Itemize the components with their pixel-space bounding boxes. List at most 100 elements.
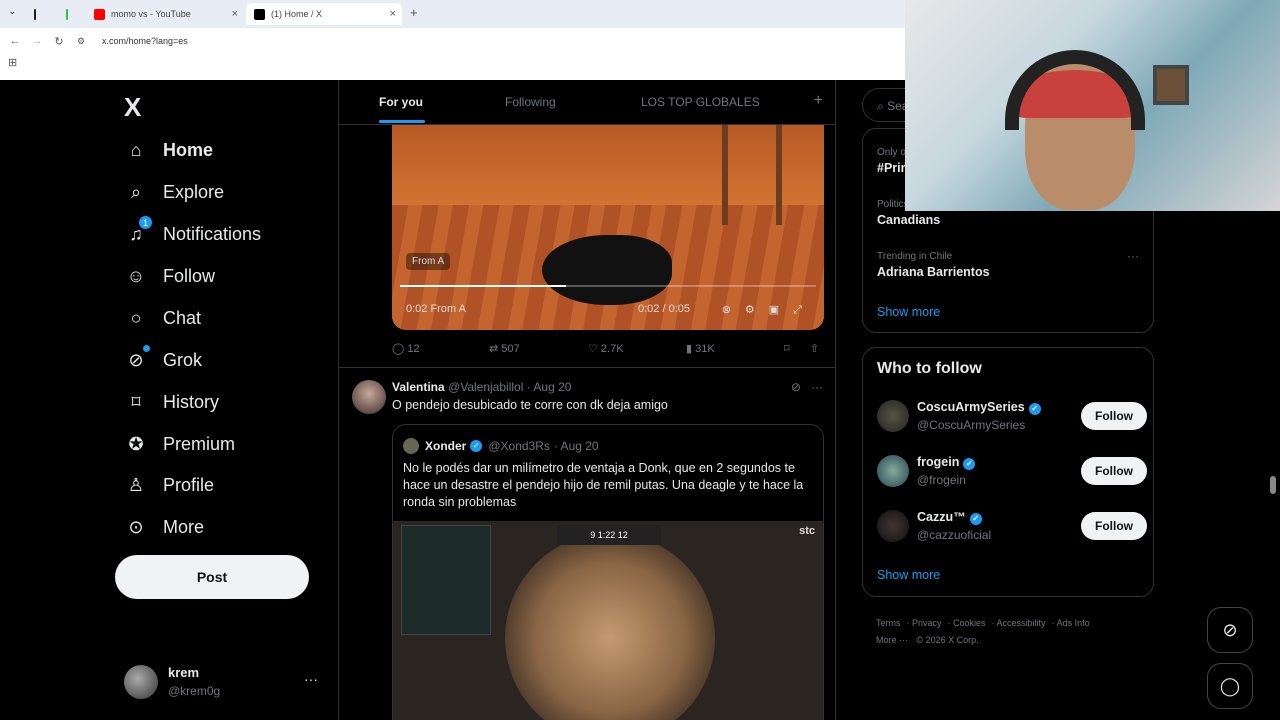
tab-top-globales[interactable]: LOS TOP GLOBALES (641, 95, 760, 109)
search-icon: ⌕ (130, 181, 142, 202)
forward-icon[interactable]: → (26, 35, 48, 47)
avatar (124, 665, 158, 699)
footer-ads-info[interactable]: Ads Info (1057, 618, 1090, 628)
nav-label: Profile (163, 474, 215, 495)
avatar (877, 400, 909, 432)
video-progress-bar[interactable] (400, 285, 816, 287)
nav-follow[interactable]: ☺ Follow (124, 256, 215, 296)
video-player[interactable]: From A 0:02 From A 0:02 / 0:05 ⊗⚙▣⤢ (392, 125, 824, 330)
tweet-header: Valentina @Valenjabillol · Aug 20 (392, 380, 571, 394)
notification-badge: 1 (139, 216, 152, 229)
site-info-icon[interactable]: ⚙ (70, 36, 92, 47)
tab-youtube[interactable]: momo vs - YouTube × (86, 3, 244, 25)
mute-icon[interactable]: ⊗ (722, 304, 745, 316)
avatar (877, 510, 909, 542)
views-button[interactable]: ▮ 31K (686, 342, 715, 355)
page-scrollbar[interactable] (1270, 476, 1276, 494)
tab-list-icon[interactable]: ⌄ (8, 6, 16, 17)
repost-button[interactable]: ⇄ 507 (489, 342, 520, 355)
footer-links: Terms · Privacy · Cookies · Accessibility · … (876, 618, 1090, 645)
suggestion-name: Cazzu™ (917, 510, 966, 524)
more-dots-icon[interactable]: ··· (1127, 249, 1139, 263)
active-tab-indicator (379, 120, 425, 123)
quote-date: · Aug 20 (553, 439, 599, 453)
suggestion-name-row: Cazzu™ ✓ (917, 510, 982, 525)
settings-icon[interactable]: ⚙ (745, 304, 769, 316)
nav-chat[interactable]: ○ Chat (124, 298, 201, 338)
nav-label: Explore (163, 181, 225, 202)
fullscreen-icon[interactable]: ⤢ (793, 304, 816, 316)
more-icon: ⊙ (128, 516, 144, 537)
post-button[interactable]: Post (115, 555, 309, 599)
trends-show-more[interactable]: Show more (877, 305, 940, 319)
avatar[interactable] (352, 380, 386, 414)
follow-suggestion[interactable]: Cazzu™ ✓ @cazzuoficial Follow (877, 506, 1147, 546)
footer-cookies[interactable]: Cookies (953, 618, 986, 628)
trend-context: Trending in Chile (877, 251, 953, 262)
close-icon[interactable]: × (390, 8, 396, 20)
footer-more[interactable]: More ··· (876, 635, 908, 645)
nav-history[interactable]: ⌑ History (124, 382, 219, 422)
share-icon[interactable]: ⇧ (810, 342, 819, 355)
tab-2[interactable] (58, 3, 82, 25)
scope-view (505, 533, 715, 720)
tweet-text: O pendejo desubicado te corre con dk dej… (392, 398, 668, 412)
author-handle[interactable]: @Valenjabillol (448, 380, 523, 394)
reply-button[interactable]: ◯ 12 (392, 342, 420, 355)
back-icon[interactable]: ← (4, 35, 26, 47)
bookmark-icon[interactable]: ⌑ (784, 342, 790, 355)
bookmark-icon: ⌑ (131, 391, 141, 412)
quoted-tweet[interactable]: Xonder ✓ @Xond3Rs · Aug 20 No le podés d… (392, 424, 824, 720)
tab-1[interactable] (26, 3, 50, 25)
nav-label: History (163, 391, 220, 412)
trend-item[interactable]: Trending in Chile Adriana Barrientos (877, 251, 990, 279)
nav-label: Home (163, 139, 214, 160)
tab-for-you[interactable]: For you (379, 95, 423, 109)
chat-fab-button[interactable]: ◯ (1207, 663, 1253, 709)
nav-explore[interactable]: ⌕ Explore (124, 172, 224, 212)
url-field[interactable]: x.com/home?lang=es (102, 36, 188, 46)
author-name[interactable]: Valentina (392, 380, 445, 394)
follow-button[interactable]: Follow (1081, 512, 1147, 540)
apps-icon[interactable]: ⊞ (8, 56, 17, 69)
nav-premium[interactable]: ✪ Premium (124, 424, 235, 464)
hud-minimap (401, 525, 491, 635)
who-to-follow-panel: Who to follow CoscuArmySeries ✓ @CoscuArm… (862, 347, 1154, 597)
more-dots-icon[interactable]: ··· (304, 671, 318, 687)
nav-label: Chat (163, 307, 202, 328)
grok-icon[interactable]: ⊘ (791, 380, 801, 394)
footer-privacy[interactable]: Privacy (912, 618, 942, 628)
new-tab-button[interactable]: + (410, 5, 418, 20)
person-icon: ♙ (127, 474, 145, 495)
x-logo[interactable]: X (124, 92, 141, 123)
follow-button[interactable]: Follow (1081, 457, 1147, 485)
nav-notifications[interactable]: ♫ 1 Notifications (124, 214, 261, 254)
webcam-overlay (905, 0, 1280, 211)
tweet-date[interactable]: · Aug 20 (527, 380, 572, 394)
tab-x-home[interactable]: (1) Home / X × (246, 3, 402, 25)
tab-following[interactable]: Following (505, 95, 556, 109)
tweet[interactable]: Valentina @Valenjabillol · Aug 20 ⊘ ··· … (339, 367, 835, 720)
nav-more[interactable]: ⊙ More (124, 507, 204, 547)
follow-button[interactable]: Follow (1081, 402, 1147, 430)
quote-image[interactable]: 9 1:22 12 stc (393, 521, 823, 720)
account-switcher[interactable]: krem @krem0g ··· (124, 665, 324, 705)
footer-terms[interactable]: Terms (876, 618, 901, 628)
who-to-follow-show-more[interactable]: Show more (877, 568, 940, 582)
nav-profile[interactable]: ♙ Profile (124, 465, 214, 505)
close-icon[interactable]: × (232, 8, 238, 20)
grok-fab-button[interactable]: ⊘ (1207, 607, 1253, 653)
footer-accessibility[interactable]: Accessibility (997, 618, 1046, 628)
user-name: krem (168, 665, 200, 680)
add-tab-icon[interactable]: + (814, 92, 823, 110)
pip-icon[interactable]: ▣ (769, 304, 793, 316)
nav-home[interactable]: ⌂ Home (124, 130, 213, 170)
nav-label: Grok (163, 349, 203, 370)
follow-suggestion[interactable]: frogein ✓ @frogein Follow (877, 451, 1147, 491)
like-button[interactable]: ♡ 2.7K (588, 342, 624, 355)
more-dots-icon[interactable]: ··· (811, 380, 823, 394)
x-icon (254, 8, 265, 20)
nav-grok[interactable]: ⊘ Grok (124, 340, 202, 380)
follow-suggestion[interactable]: CoscuArmySeries ✓ @CoscuArmySeries Follow (877, 396, 1147, 436)
reload-icon[interactable]: ↻ (48, 35, 70, 48)
